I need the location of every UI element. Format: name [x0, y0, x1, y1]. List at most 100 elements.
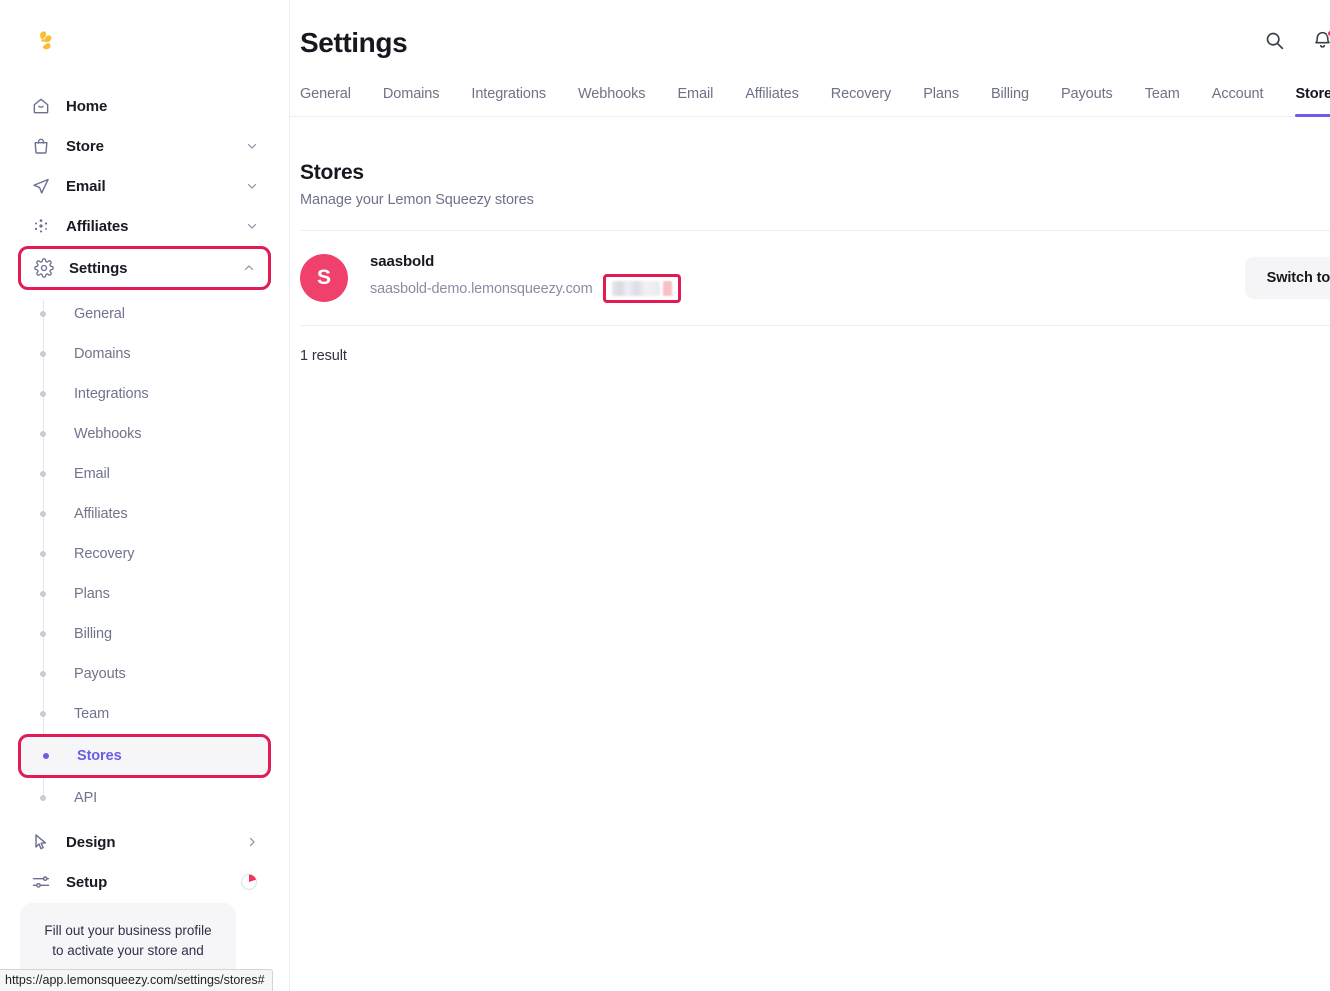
sidebar-item-label: Email	[66, 178, 106, 195]
sidebar-nav-bottom: Design Setup	[0, 822, 289, 902]
bullet-icon	[43, 753, 49, 759]
bullet-icon	[40, 591, 46, 597]
sidebar-subitem-email[interactable]: Email	[18, 454, 271, 494]
sidebar-subitem-recovery[interactable]: Recovery	[18, 534, 271, 574]
search-button[interactable]	[1259, 28, 1289, 58]
sidebar-subitem-payouts[interactable]: Payouts	[18, 654, 271, 694]
sidebar-subitem-webhooks[interactable]: Webhooks	[18, 414, 271, 454]
chevron-down-icon[interactable]	[245, 139, 259, 153]
sidebar-subitem-label: Payouts	[74, 666, 126, 682]
tab-email[interactable]: Email	[661, 86, 729, 116]
tab-recovery[interactable]: Recovery	[815, 86, 907, 116]
bullet-icon	[40, 351, 46, 357]
sidebar-subitem-general[interactable]: General	[18, 294, 271, 334]
tab-general[interactable]: General	[300, 86, 367, 116]
sidebar-item-affiliates[interactable]: Affiliates	[18, 206, 271, 246]
bullet-icon	[40, 631, 46, 637]
page-title: Settings	[300, 27, 407, 59]
tab-domains[interactable]: Domains	[367, 86, 456, 116]
bullet-icon	[40, 671, 46, 677]
chevron-right-icon[interactable]	[245, 835, 259, 849]
top-bar: Settings	[290, 0, 1330, 86]
sidebar-subitem-label: General	[74, 306, 125, 322]
main-content: Settings	[290, 0, 1330, 991]
notifications-button[interactable]	[1307, 28, 1330, 58]
sidebar-subitem-billing[interactable]: Billing	[18, 614, 271, 654]
sidebar-subitem-label: Email	[74, 466, 110, 482]
sidebar-subitem-integrations[interactable]: Integrations	[18, 374, 271, 414]
gear-icon	[33, 257, 55, 279]
sidebar-item-settings[interactable]: Settings	[18, 246, 271, 290]
sidebar-subitem-label: Recovery	[74, 546, 134, 562]
bullet-icon	[40, 311, 46, 317]
promo-line-2: to activate your store and	[36, 941, 220, 961]
sidebar-item-label: Settings	[69, 260, 127, 277]
sidebar-subitem-stores[interactable]: Stores	[18, 734, 271, 778]
section-header-text: Stores Manage your Lemon Squeezy stores	[300, 161, 534, 208]
redacted-badge[interactable]	[603, 274, 681, 303]
chevron-up-icon[interactable]	[242, 261, 256, 275]
store-sub: saasbold-demo.lemonsqueezy.com	[370, 274, 681, 303]
sidebar-item-label: Affiliates	[66, 218, 128, 235]
cursor-icon	[30, 831, 52, 853]
sidebar-item-email[interactable]: Email	[18, 166, 271, 206]
settings-submenu: General Domains Integrations Webhooks Em…	[0, 294, 289, 818]
table-row[interactable]: S saasbold saasbold-demo.lemonsqueezy.co…	[300, 231, 1330, 326]
search-icon	[1264, 30, 1285, 56]
bag-icon	[30, 135, 52, 157]
setup-progress-icon	[239, 872, 259, 892]
sidebar-subitem-label: Domains	[74, 346, 131, 362]
redacted-icon	[663, 281, 672, 296]
top-bar-actions	[1259, 25, 1330, 61]
sidebar-subitem-affiliates[interactable]: Affiliates	[18, 494, 271, 534]
sidebar-subitem-label: Webhooks	[74, 426, 141, 442]
store-name: saasbold	[370, 253, 681, 270]
sidebar-subitem-label: Integrations	[74, 386, 149, 402]
sidebar: Home Store	[0, 0, 290, 991]
sidebar-subitem-plans[interactable]: Plans	[18, 574, 271, 614]
sidebar-item-design[interactable]: Design	[18, 822, 271, 862]
tab-integrations[interactable]: Integrations	[455, 86, 562, 116]
tab-affiliates[interactable]: Affiliates	[729, 86, 815, 116]
sidebar-item-home[interactable]: Home	[18, 86, 271, 126]
tab-plans[interactable]: Plans	[907, 86, 975, 116]
app-root: Home Store	[0, 0, 1330, 991]
sidebar-subitem-label: Team	[74, 706, 109, 722]
tab-account[interactable]: Account	[1196, 86, 1280, 116]
bullet-icon	[40, 711, 46, 717]
sidebar-item-label: Design	[66, 834, 115, 851]
tab-payouts[interactable]: Payouts	[1045, 86, 1129, 116]
tab-webhooks[interactable]: Webhooks	[562, 86, 661, 116]
content-area: Stores Manage your Lemon Squeezy stores …	[290, 117, 1330, 364]
switch-to-store-button[interactable]: Switch to store	[1245, 257, 1330, 299]
sidebar-item-label: Setup	[66, 874, 107, 891]
tab-team[interactable]: Team	[1129, 86, 1196, 116]
avatar: S	[300, 254, 348, 302]
sidebar-item-label: Store	[66, 138, 104, 155]
section-title: Stores	[300, 161, 534, 185]
sidebar-subitem-team[interactable]: Team	[18, 694, 271, 734]
lemon-squeezy-logo	[30, 27, 62, 59]
sidebar-subitem-label: Affiliates	[74, 506, 128, 522]
promo-line-1: Fill out your business profile	[36, 921, 220, 941]
sidebar-subitem-label: Plans	[74, 586, 110, 602]
sliders-icon	[30, 871, 52, 893]
logo-wrap[interactable]	[0, 0, 289, 86]
bullet-icon	[40, 391, 46, 397]
settings-tabs: General Domains Integrations Webhooks Em…	[290, 86, 1330, 117]
sidebar-subitem-api[interactable]: API	[18, 778, 271, 818]
sidebar-subitem-label: API	[74, 790, 97, 806]
bullet-icon	[40, 431, 46, 437]
redacted-text	[612, 281, 660, 296]
result-count: 1 result	[300, 326, 1330, 364]
bullet-icon	[40, 551, 46, 557]
tab-stores[interactable]: Stores	[1279, 86, 1330, 116]
sidebar-subitem-label: Stores	[77, 748, 122, 764]
sidebar-subitem-domains[interactable]: Domains	[18, 334, 271, 374]
section-header: Stores Manage your Lemon Squeezy stores	[300, 117, 1330, 231]
sidebar-item-setup[interactable]: Setup	[18, 862, 271, 902]
chevron-down-icon[interactable]	[245, 219, 259, 233]
chevron-down-icon[interactable]	[245, 179, 259, 193]
sidebar-item-store[interactable]: Store	[18, 126, 271, 166]
tab-billing[interactable]: Billing	[975, 86, 1045, 116]
